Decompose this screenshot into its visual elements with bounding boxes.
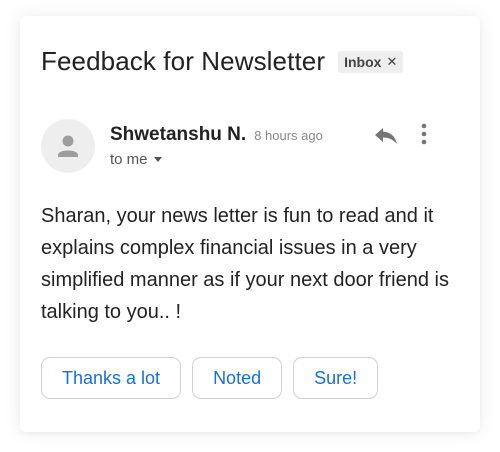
sender-block: Shwetanshu N. 8 hours ago to me <box>110 124 323 168</box>
smart-reply-row: Thanks a lot Noted Sure! <box>41 357 379 399</box>
inbox-label-text: Inbox <box>344 53 382 70</box>
sender-name: Shwetanshu N. <box>110 124 247 145</box>
email-body: Sharan, your news letter is fun to read … <box>41 205 449 323</box>
smart-reply-thanks[interactable]: Thanks a lot <box>41 357 182 399</box>
x-icon[interactable]: ✕ <box>386 54 397 70</box>
recipient-toggle[interactable]: to me <box>110 151 323 168</box>
reply-icon <box>375 128 397 144</box>
email-card: Feedback for Newsletter Inbox ✕ Shwetans… <box>20 16 480 432</box>
smart-reply-noted[interactable]: Noted <box>192 357 283 399</box>
person-icon <box>58 135 78 157</box>
reply-button[interactable] <box>372 123 400 147</box>
recipient-text: to me <box>110 151 148 168</box>
email-time: 8 hours ago <box>254 128 323 143</box>
subject-row: Feedback for Newsletter Inbox ✕ <box>41 46 404 77</box>
more-vertical-icon <box>421 123 427 145</box>
avatar <box>41 119 95 173</box>
inbox-label-chip: Inbox ✕ <box>338 50 404 73</box>
smart-reply-sure[interactable]: Sure! <box>293 357 379 399</box>
email-subject: Feedback for Newsletter <box>41 46 326 76</box>
more-options-button[interactable] <box>416 122 432 146</box>
caret-down-icon <box>153 157 162 162</box>
